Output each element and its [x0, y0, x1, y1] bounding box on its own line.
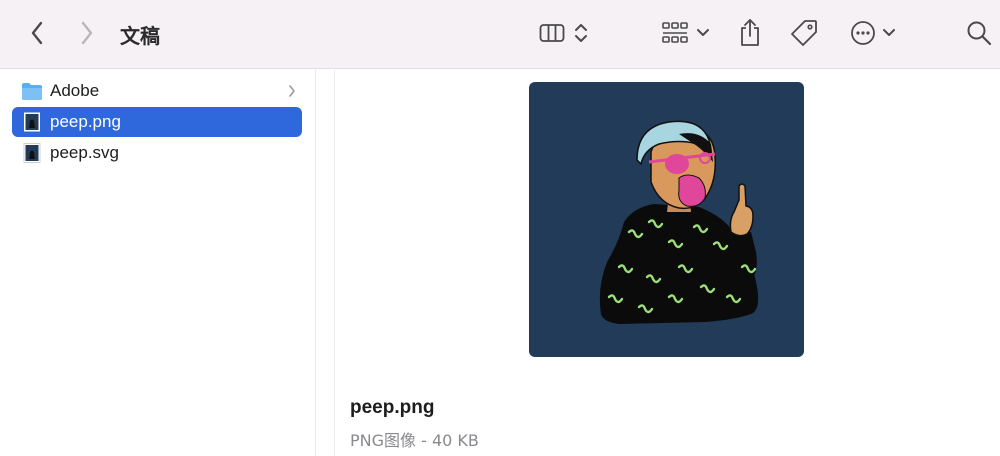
preview-file-name: peep.png: [350, 397, 435, 418]
tag-icon: [791, 20, 817, 46]
window-title: 文稿: [120, 24, 160, 48]
view-mode-button[interactable]: [536, 20, 592, 46]
image-file-icon: [24, 112, 40, 132]
search-button[interactable]: [964, 18, 994, 48]
grid-group-icon: [662, 22, 688, 43]
group-button[interactable]: [660, 20, 712, 46]
folder-icon: [22, 83, 42, 100]
list-item-label: peep.svg: [50, 143, 119, 162]
column-divider[interactable]: [317, 70, 335, 456]
peep-illustration: [599, 120, 759, 324]
share-button[interactable]: [736, 16, 764, 48]
more-actions-button[interactable]: [848, 19, 898, 47]
chevron-left-icon: [31, 21, 43, 45]
column-view-icon: [539, 24, 565, 42]
tag-button[interactable]: [788, 18, 820, 48]
more-icon: [851, 21, 875, 45]
back-button[interactable]: [24, 18, 50, 48]
list-item-adobe[interactable]: Adobe: [12, 76, 302, 106]
chevron-down-icon: [697, 29, 709, 36]
chevron-right-icon: [289, 85, 295, 97]
list-item-peep-png[interactable]: peep.png: [12, 107, 302, 137]
forward-button[interactable]: [74, 18, 100, 48]
image-file-icon: [23, 143, 41, 163]
list-item-label: Adobe: [50, 81, 100, 100]
list-item-peep-svg[interactable]: peep.svg: [12, 138, 302, 168]
chevron-right-icon: [81, 21, 93, 45]
updown-chevron-icon: [575, 24, 587, 42]
list-item-label: peep.png: [50, 112, 121, 131]
preview-image: [529, 82, 804, 357]
search-icon: [967, 21, 992, 46]
share-icon: [741, 19, 759, 46]
file-column: Adobe peep.png peep.svg: [0, 70, 316, 456]
toolbar: 文稿: [0, 0, 1000, 69]
preview-file-meta: PNG图像 - 40 KB: [350, 431, 479, 450]
chevron-down-icon: [883, 29, 895, 36]
